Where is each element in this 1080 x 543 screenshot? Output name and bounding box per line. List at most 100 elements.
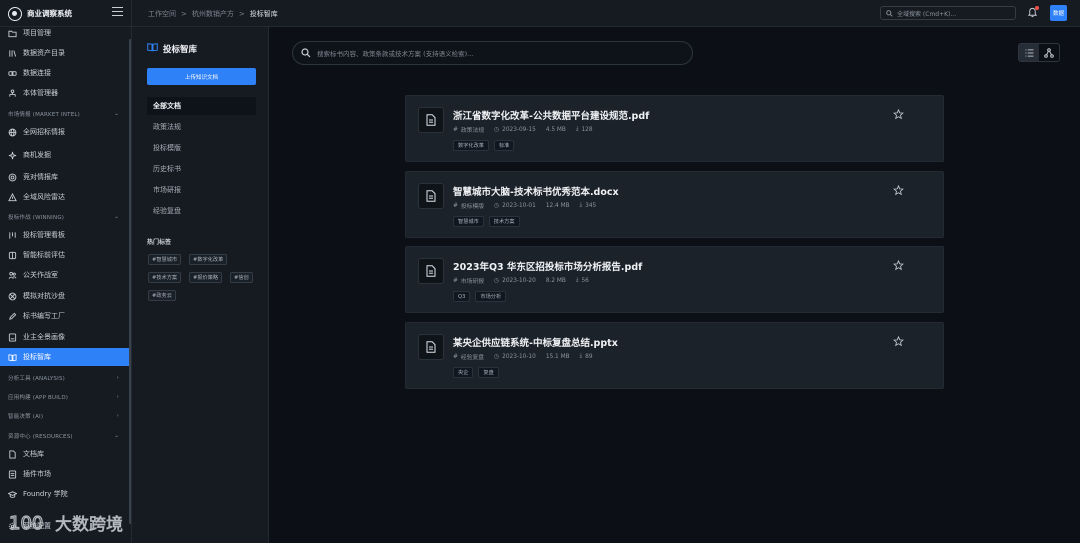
document-title[interactable]: 2023年Q3 华东区招投标市场分析报告.pdf [453, 259, 642, 273]
nav-section-ai[interactable]: 智能决策 (AI) › [0, 409, 129, 423]
graph-view-icon[interactable] [1039, 44, 1059, 61]
sidebar-item-ontology[interactable]: 本体管理器 [0, 84, 129, 102]
document-tag[interactable]: 市场分析 [475, 291, 507, 302]
hot-tag[interactable]: #智慧城市 [148, 254, 182, 265]
sidebar-item-label: Foundry 学院 [23, 490, 68, 498]
document-category: 投标模版 [460, 204, 485, 210]
clock-icon: ◷ [494, 126, 500, 133]
nav-section-winning[interactable]: 投标作战 (WINNING) ⌄ [0, 210, 129, 224]
nav-section-app-build[interactable]: 应用构建 (APP BUILD) › [0, 390, 129, 404]
sidebar-item-sandbox[interactable]: 模拟对抗沙盘 [0, 287, 129, 305]
file-icon [418, 334, 444, 360]
section-label: 应用构建 (APP BUILD) [8, 395, 69, 401]
sidebar-item-label: 智能标前评估 [23, 251, 65, 259]
avatar[interactable]: 数据 [1050, 5, 1067, 21]
sidebar-item-academy[interactable]: Foundry 学院 [0, 485, 129, 503]
sidebar-item-bid-board[interactable]: 投标管理看板 [0, 226, 129, 244]
sidebar-item-risk-radar[interactable]: 全域风险雷达 [0, 188, 129, 206]
sidebar-item-plugins[interactable]: 插件市场 [0, 465, 129, 483]
id-card-icon [8, 332, 17, 342]
document-tag[interactable]: Q3 [453, 291, 471, 302]
sidebar-item-bid-intel[interactable]: 全网招标情报 [0, 123, 129, 141]
document-title[interactable]: 浙江省数字化改革-公共数据平台建设规范.pdf [453, 108, 649, 122]
sidebar-item-pre-bid[interactable]: 智能标前评估 [0, 246, 129, 264]
file-icon [418, 258, 444, 284]
document-tags: Q3 市场分析 [453, 291, 511, 302]
document-card[interactable]: 某央企供应链系统-中标复盘总结.pptx # 经验复盘 ◷ 2023-10-10 1… [405, 322, 944, 389]
sparkle-icon [8, 151, 17, 160]
target-icon [8, 173, 17, 182]
brand[interactable]: 商业调察系统 [8, 6, 72, 21]
document-tag[interactable]: 央企 [453, 367, 474, 378]
document-category: 政策法规 [460, 128, 485, 134]
folder-icon [8, 29, 17, 38]
sidebar-item-data-catalog[interactable]: 数据资产目录 [0, 44, 129, 62]
document-date: 2023-10-20 [502, 277, 536, 284]
upload-document-button[interactable]: 上传知识文档 [147, 68, 256, 85]
document-search-input[interactable]: 搜索标书内容、政策条款或技术方案 (支持语义检索)... [292, 41, 693, 65]
sidebar-item-docs[interactable]: 文档库 [0, 445, 129, 463]
document-title[interactable]: 智慧城市大脑-技术标书优秀范本.docx [453, 184, 619, 198]
sidebar-item-owner-profile[interactable]: 业主全景画像 [0, 328, 129, 346]
document-category: 经验复盘 [460, 355, 485, 361]
sidebar-item-competitor[interactable]: 竞对情报库 [0, 168, 129, 186]
chevron-right-icon: › [116, 394, 119, 400]
nav-section-resources[interactable]: 资源中心 (RESOURCES) ⌄ [0, 429, 129, 443]
sidebar-item-data-connection[interactable]: 数据连接 [0, 64, 129, 82]
hot-tag[interactable]: #技术方案 [148, 272, 182, 283]
watermark-text: 大数跨境 [55, 515, 123, 535]
document-tags: 数字化改革 标准 [453, 140, 519, 151]
document-size: 4.5 MB [545, 126, 566, 133]
document-tag[interactable]: 技术方案 [488, 216, 520, 227]
library-panel: 投标智库 上传知识文档 全部文档 政策法规 投标模版 历史标书 市场研报 经验复… [132, 27, 269, 543]
sidebar-item-label: 公关作战室 [23, 271, 58, 279]
list-view-icon[interactable] [1019, 44, 1039, 61]
download-icon: ⤓ [575, 277, 579, 283]
sidebar-item-opportunity[interactable]: 商机发掘 [0, 146, 129, 164]
document-card[interactable]: 智慧城市大脑-技术标书优秀范本.docx # 投标模版 ◷ 2023-10-01 1… [405, 171, 944, 238]
star-icon[interactable] [893, 336, 904, 347]
document-tag[interactable]: 标准 [493, 140, 515, 151]
menu-collapse-icon[interactable] [112, 7, 123, 18]
hash-icon: # [453, 126, 458, 133]
category-template[interactable]: 投标模版 [147, 139, 256, 157]
category-market-report[interactable]: 市场研报 [147, 181, 256, 199]
nav-section-market[interactable]: 市场情报 (MARKET INTEL) ⌄ [0, 107, 129, 121]
document-tag[interactable]: 数字化改革 [453, 140, 489, 151]
star-icon[interactable] [893, 109, 904, 120]
hot-tag[interactable]: #信创 [230, 272, 253, 283]
breadcrumb-project[interactable]: 杭州数销产方 [192, 9, 234, 19]
clock-icon: ◷ [494, 277, 500, 284]
sidebar-item-label: 业主全景画像 [23, 333, 65, 341]
sidebar-item-projects[interactable]: 项目管理 [0, 27, 129, 42]
category-policy[interactable]: 政策法规 [147, 118, 256, 136]
sidebar-item-pr-room[interactable]: 公关作战室 [0, 266, 129, 284]
category-review[interactable]: 经验复盘 [147, 202, 256, 220]
book-open-icon [147, 42, 158, 55]
sidebar-item-bid-factory[interactable]: 标书编写工厂 [0, 307, 129, 325]
document-tag[interactable]: 复盘 [478, 367, 499, 378]
chevron-down-icon: ⌄ [114, 214, 119, 220]
document-title[interactable]: 某央企供应链系统-中标复盘总结.pptx [453, 335, 618, 349]
document-tag[interactable]: 智慧城市 [453, 216, 484, 227]
hot-tag[interactable]: #政务云 [148, 290, 176, 301]
nav-section-analysis[interactable]: 分析工具 (ANALYSIS) › [0, 371, 129, 385]
sidebar-item-label: 数据连接 [23, 69, 51, 77]
document-date: 2023-09-15 [502, 126, 536, 133]
file-icon [418, 107, 444, 133]
people-icon [8, 271, 17, 280]
document-card[interactable]: 2023年Q3 华东区招投标市场分析报告.pdf # 市场研报 ◷ 2023-10-… [405, 246, 944, 313]
hot-tag[interactable]: #报价策略 [189, 272, 223, 283]
document-card[interactable]: 浙江省数字化改革-公共数据平台建设规范.pdf # 政策法规 ◷ 2023-09-1… [405, 95, 944, 162]
global-search-input[interactable]: 全域搜索 (Cmd+K)... [880, 6, 1016, 20]
star-icon[interactable] [893, 260, 904, 271]
star-icon[interactable] [893, 185, 904, 196]
breadcrumb-workspace[interactable]: 工作空间 [148, 9, 176, 19]
sidebar-item-bid-library[interactable]: 投标智库 [0, 348, 129, 366]
sidebar-item-label: 商机发掘 [23, 151, 51, 159]
section-label: 市场情报 (MARKET INTEL) [8, 112, 80, 118]
chevron-down-icon: ⌄ [114, 433, 119, 439]
category-all[interactable]: 全部文档 [147, 97, 256, 115]
category-history[interactable]: 历史标书 [147, 160, 256, 178]
hot-tag[interactable]: #数字化改革 [189, 254, 228, 265]
